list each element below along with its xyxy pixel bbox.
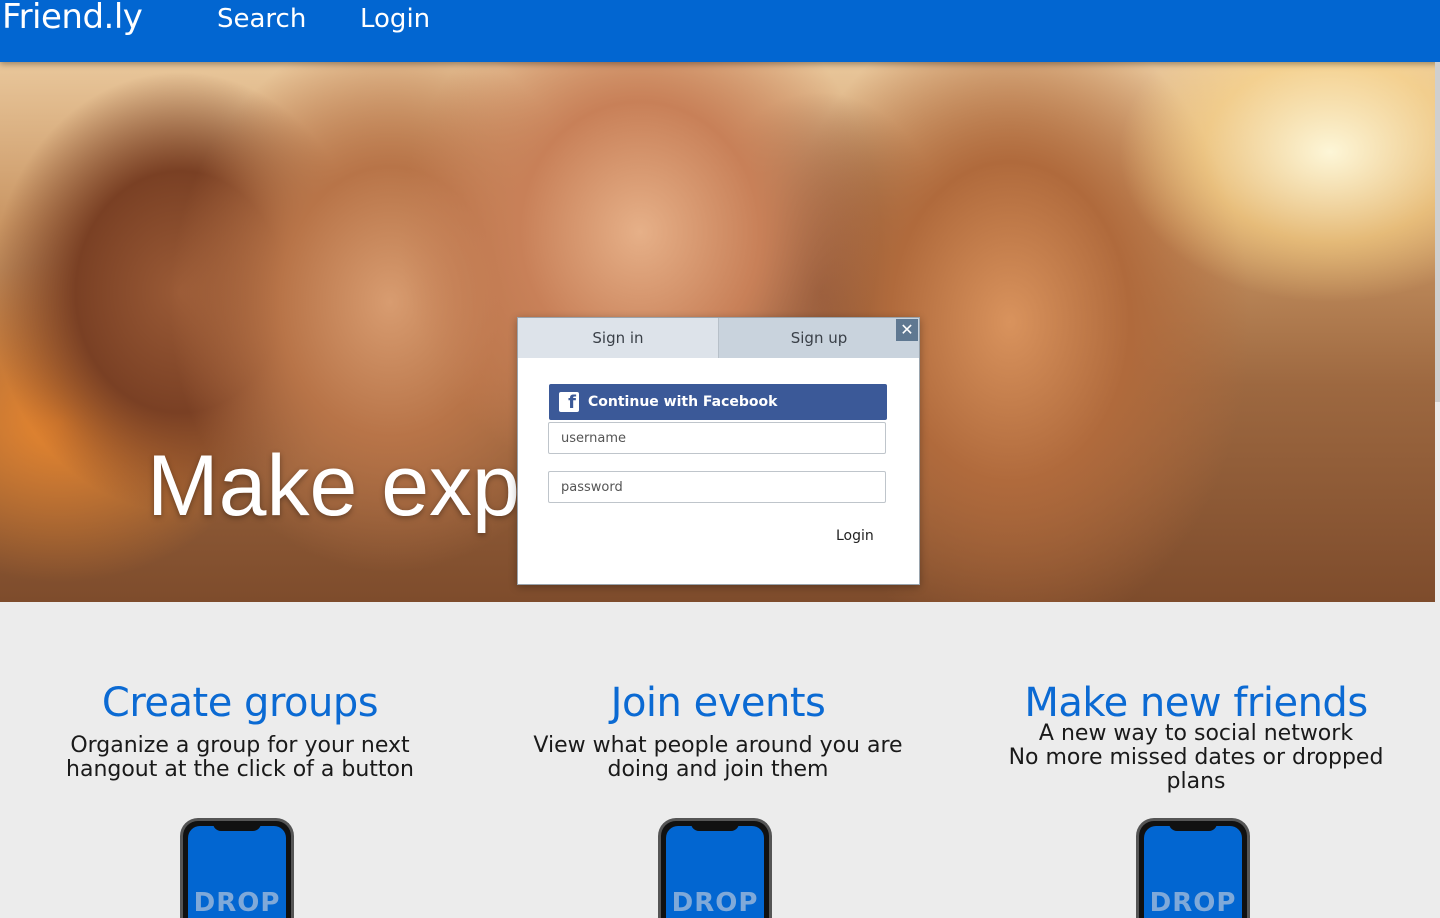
phone-screen-text: DROP xyxy=(671,888,759,918)
page-scrollbar[interactable] xyxy=(1435,62,1440,402)
brand-logo[interactable]: Friend.ly xyxy=(2,0,143,37)
nav-login-link[interactable]: Login xyxy=(360,4,430,34)
phone-mockup: DROP xyxy=(1136,818,1250,918)
phone-mockup: DROP xyxy=(180,818,294,918)
feature-description: View what people around you are doing an… xyxy=(508,734,928,782)
phone-screen-text: DROP xyxy=(1149,888,1237,918)
close-icon[interactable]: ✕ xyxy=(896,319,918,341)
username-input[interactable] xyxy=(548,422,886,454)
feature-description: Organize a group for your next hangout a… xyxy=(30,734,450,782)
modal-tabs: Sign in Sign up ✕ xyxy=(518,318,919,358)
facebook-icon: f xyxy=(559,392,579,412)
facebook-login-button[interactable]: f Continue with Facebook xyxy=(549,384,887,420)
nav-search-link[interactable]: Search xyxy=(217,4,306,34)
feature-description-line: plans xyxy=(1166,769,1226,794)
feature-description-line: hangout at the click of a button xyxy=(66,757,414,782)
feature-create-groups: Create groups Organize a group for your … xyxy=(30,680,450,782)
hero-headline: Make exp xyxy=(147,438,520,534)
feature-description-line: No more missed dates or dropped xyxy=(1008,745,1384,770)
feature-title: Make new friends xyxy=(1024,680,1368,726)
phone-notch xyxy=(213,821,261,831)
phone-mockup: DROP xyxy=(658,818,772,918)
feature-description-line: View what people around you are xyxy=(533,733,903,758)
tab-sign-in[interactable]: Sign in xyxy=(518,318,719,358)
login-modal: Sign in Sign up ✕ f Continue with Facebo… xyxy=(517,317,920,585)
feature-description: A new way to social network No more miss… xyxy=(986,722,1406,794)
facebook-button-label: Continue with Facebook xyxy=(588,394,778,410)
feature-description-line: doing and join them xyxy=(607,757,829,782)
feature-make-new-friends: Make new friends A new way to social net… xyxy=(986,680,1406,794)
top-navbar: Friend.ly Search Login xyxy=(0,0,1440,62)
phone-screen: DROP xyxy=(188,826,286,918)
feature-title: Create groups xyxy=(101,680,379,726)
phone-notch xyxy=(691,821,739,831)
phone-screen: DROP xyxy=(666,826,764,918)
login-button[interactable]: Login xyxy=(836,528,874,544)
feature-title: Join events xyxy=(610,680,826,726)
tab-sign-up[interactable]: Sign up xyxy=(719,318,919,358)
feature-description-line: Organize a group for your next xyxy=(70,733,410,758)
feature-description-line: A new way to social network xyxy=(1038,721,1354,746)
password-input[interactable] xyxy=(548,471,886,503)
phone-screen-text: DROP xyxy=(193,888,281,918)
feature-join-events: Join events View what people around you … xyxy=(508,680,928,782)
phone-screen: DROP xyxy=(1144,826,1242,918)
phone-notch xyxy=(1169,821,1217,831)
